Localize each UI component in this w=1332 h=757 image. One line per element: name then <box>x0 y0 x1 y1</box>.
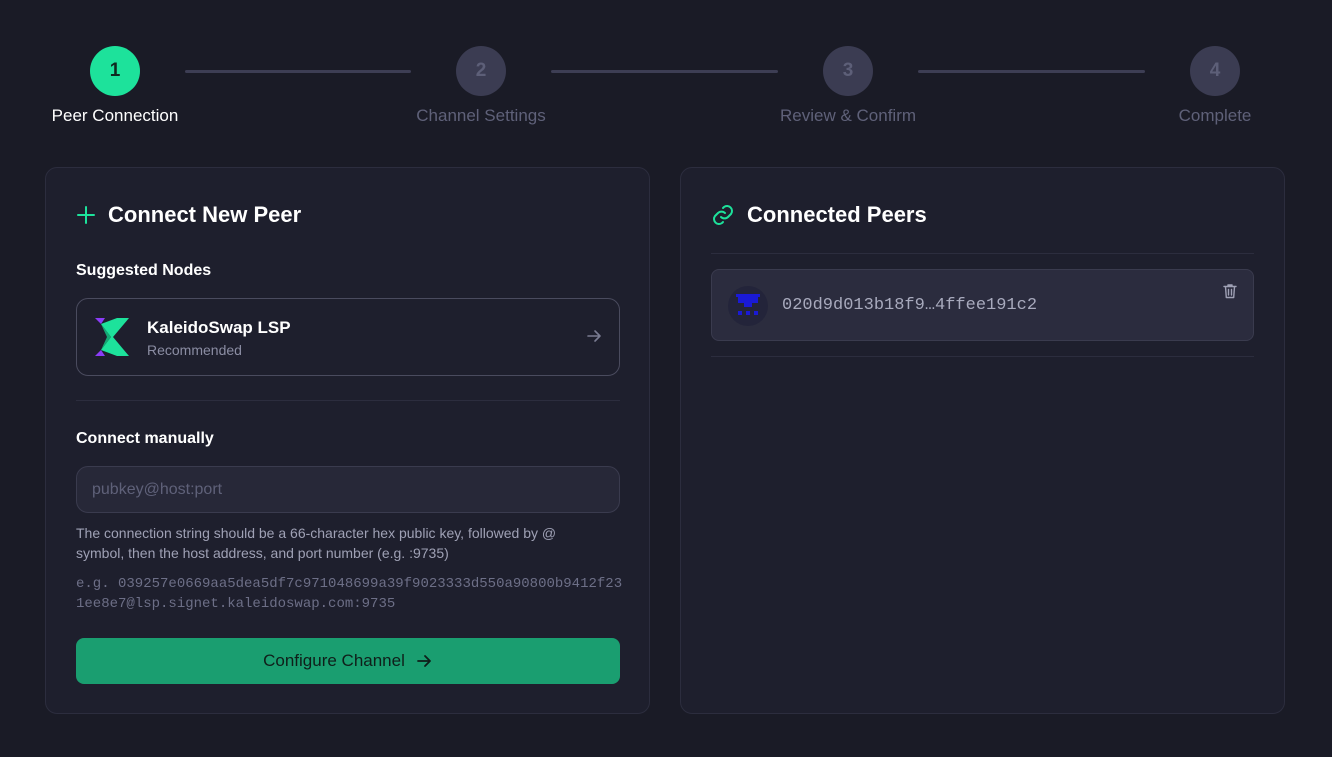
plus-icon <box>77 206 95 224</box>
connect-new-peer-card: Connect New Peer Suggested Nodes Kaleido… <box>45 167 650 714</box>
step-3-label: Review & Confirm <box>779 106 917 125</box>
step-2-label: Channel Settings <box>416 106 546 125</box>
step-connector-3 <box>918 70 1145 73</box>
arrow-right-icon <box>416 655 431 667</box>
step-4-label: Complete <box>1178 106 1252 125</box>
peer-identicon-icon <box>728 286 768 326</box>
step-connector-2 <box>551 70 778 73</box>
connection-example: e.g. 039257e0669aa5dea5df7c971048699a39f… <box>76 576 623 612</box>
card-title: Connected Peers <box>747 202 927 227</box>
connect-new-peer-header: Connect New Peer <box>76 202 301 228</box>
peers-top-divider <box>711 253 1254 254</box>
peers-bottom-divider <box>711 356 1254 357</box>
step-2-circle: 2 <box>456 46 506 96</box>
step-1-label: Peer Connection <box>51 106 179 125</box>
connected-peers-header: Connected Peers <box>711 202 927 228</box>
card-title: Connect New Peer <box>108 202 302 227</box>
step-1-circle: 1 <box>90 46 140 96</box>
node-subtitle: Recommended <box>147 342 242 358</box>
peer-item[interactable]: 020d9d013b18f9…4ffee191c2 <box>711 269 1254 341</box>
link-icon <box>713 205 733 225</box>
section-divider <box>76 400 620 401</box>
stepper: 1 Peer Connection 2 Channel Settings 3 R… <box>0 0 1332 140</box>
step-connector-1 <box>185 70 411 73</box>
kaleidoswap-logo-icon <box>95 318 129 356</box>
suggested-node-kaleidoswap[interactable]: KaleidoSwap LSP Recommended <box>76 298 620 376</box>
connected-peers-card: Connected Peers 020d9d013b18f9…4ffee191c… <box>680 167 1285 714</box>
connect-manually-label: Connect manually <box>76 430 214 447</box>
node-name: KaleidoSwap LSP <box>147 318 291 337</box>
step-4-circle: 4 <box>1190 46 1240 96</box>
configure-channel-button[interactable]: Configure Channel <box>76 638 620 684</box>
configure-channel-label: Configure Channel <box>263 651 405 670</box>
arrow-right-icon <box>587 330 601 342</box>
step-3-circle: 3 <box>823 46 873 96</box>
connection-string-input[interactable] <box>76 466 620 513</box>
peer-pubkey: 020d9d013b18f9…4ffee191c2 <box>782 296 1038 315</box>
connection-hint: The connection string should be a 66-cha… <box>76 525 557 561</box>
suggested-nodes-label: Suggested Nodes <box>76 262 212 279</box>
trash-icon[interactable] <box>1221 282 1239 300</box>
